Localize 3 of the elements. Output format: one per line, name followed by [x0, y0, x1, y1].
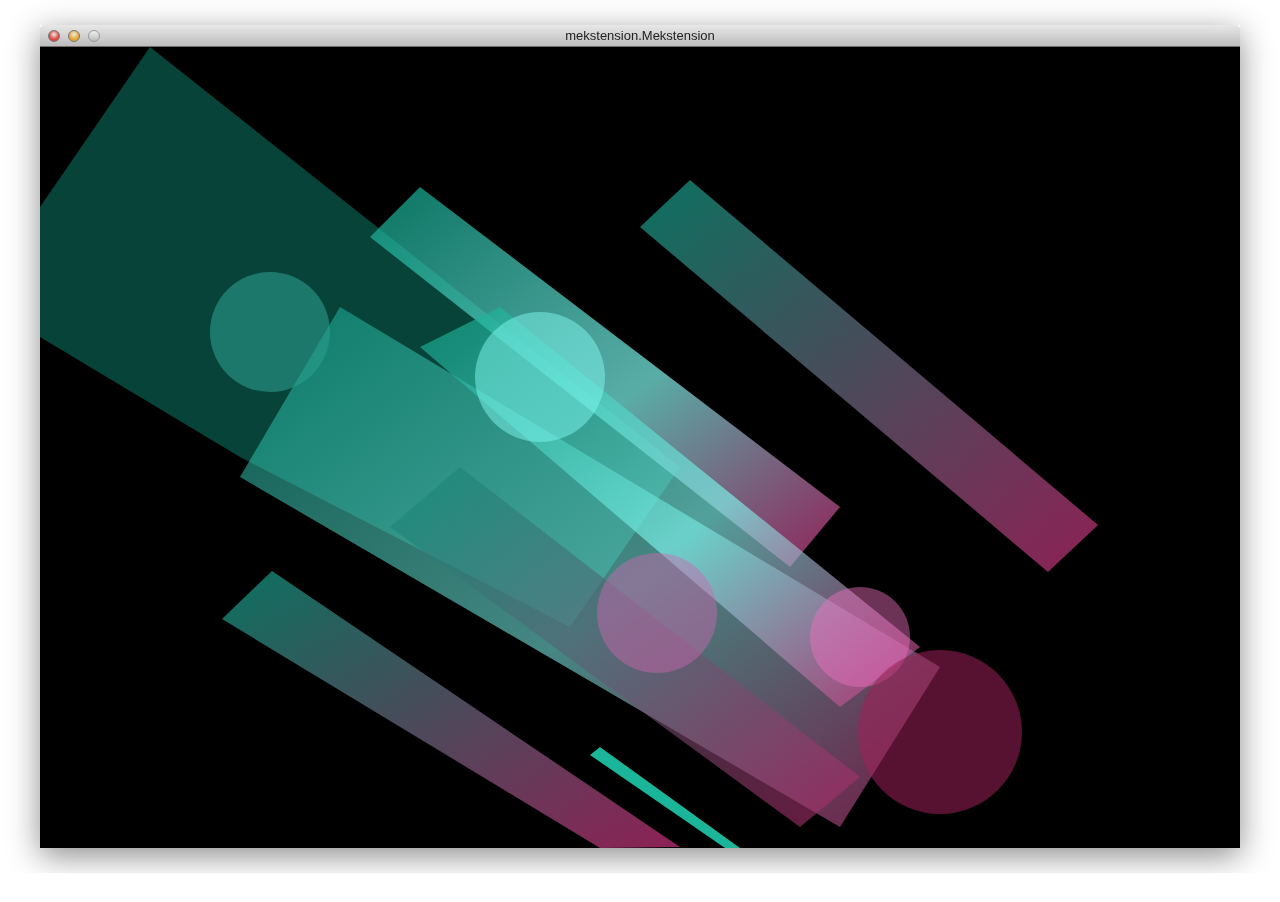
minimize-button[interactable]	[68, 29, 80, 42]
close-button[interactable]	[48, 29, 60, 42]
window-title: mekstension.Mekstension	[565, 28, 715, 43]
